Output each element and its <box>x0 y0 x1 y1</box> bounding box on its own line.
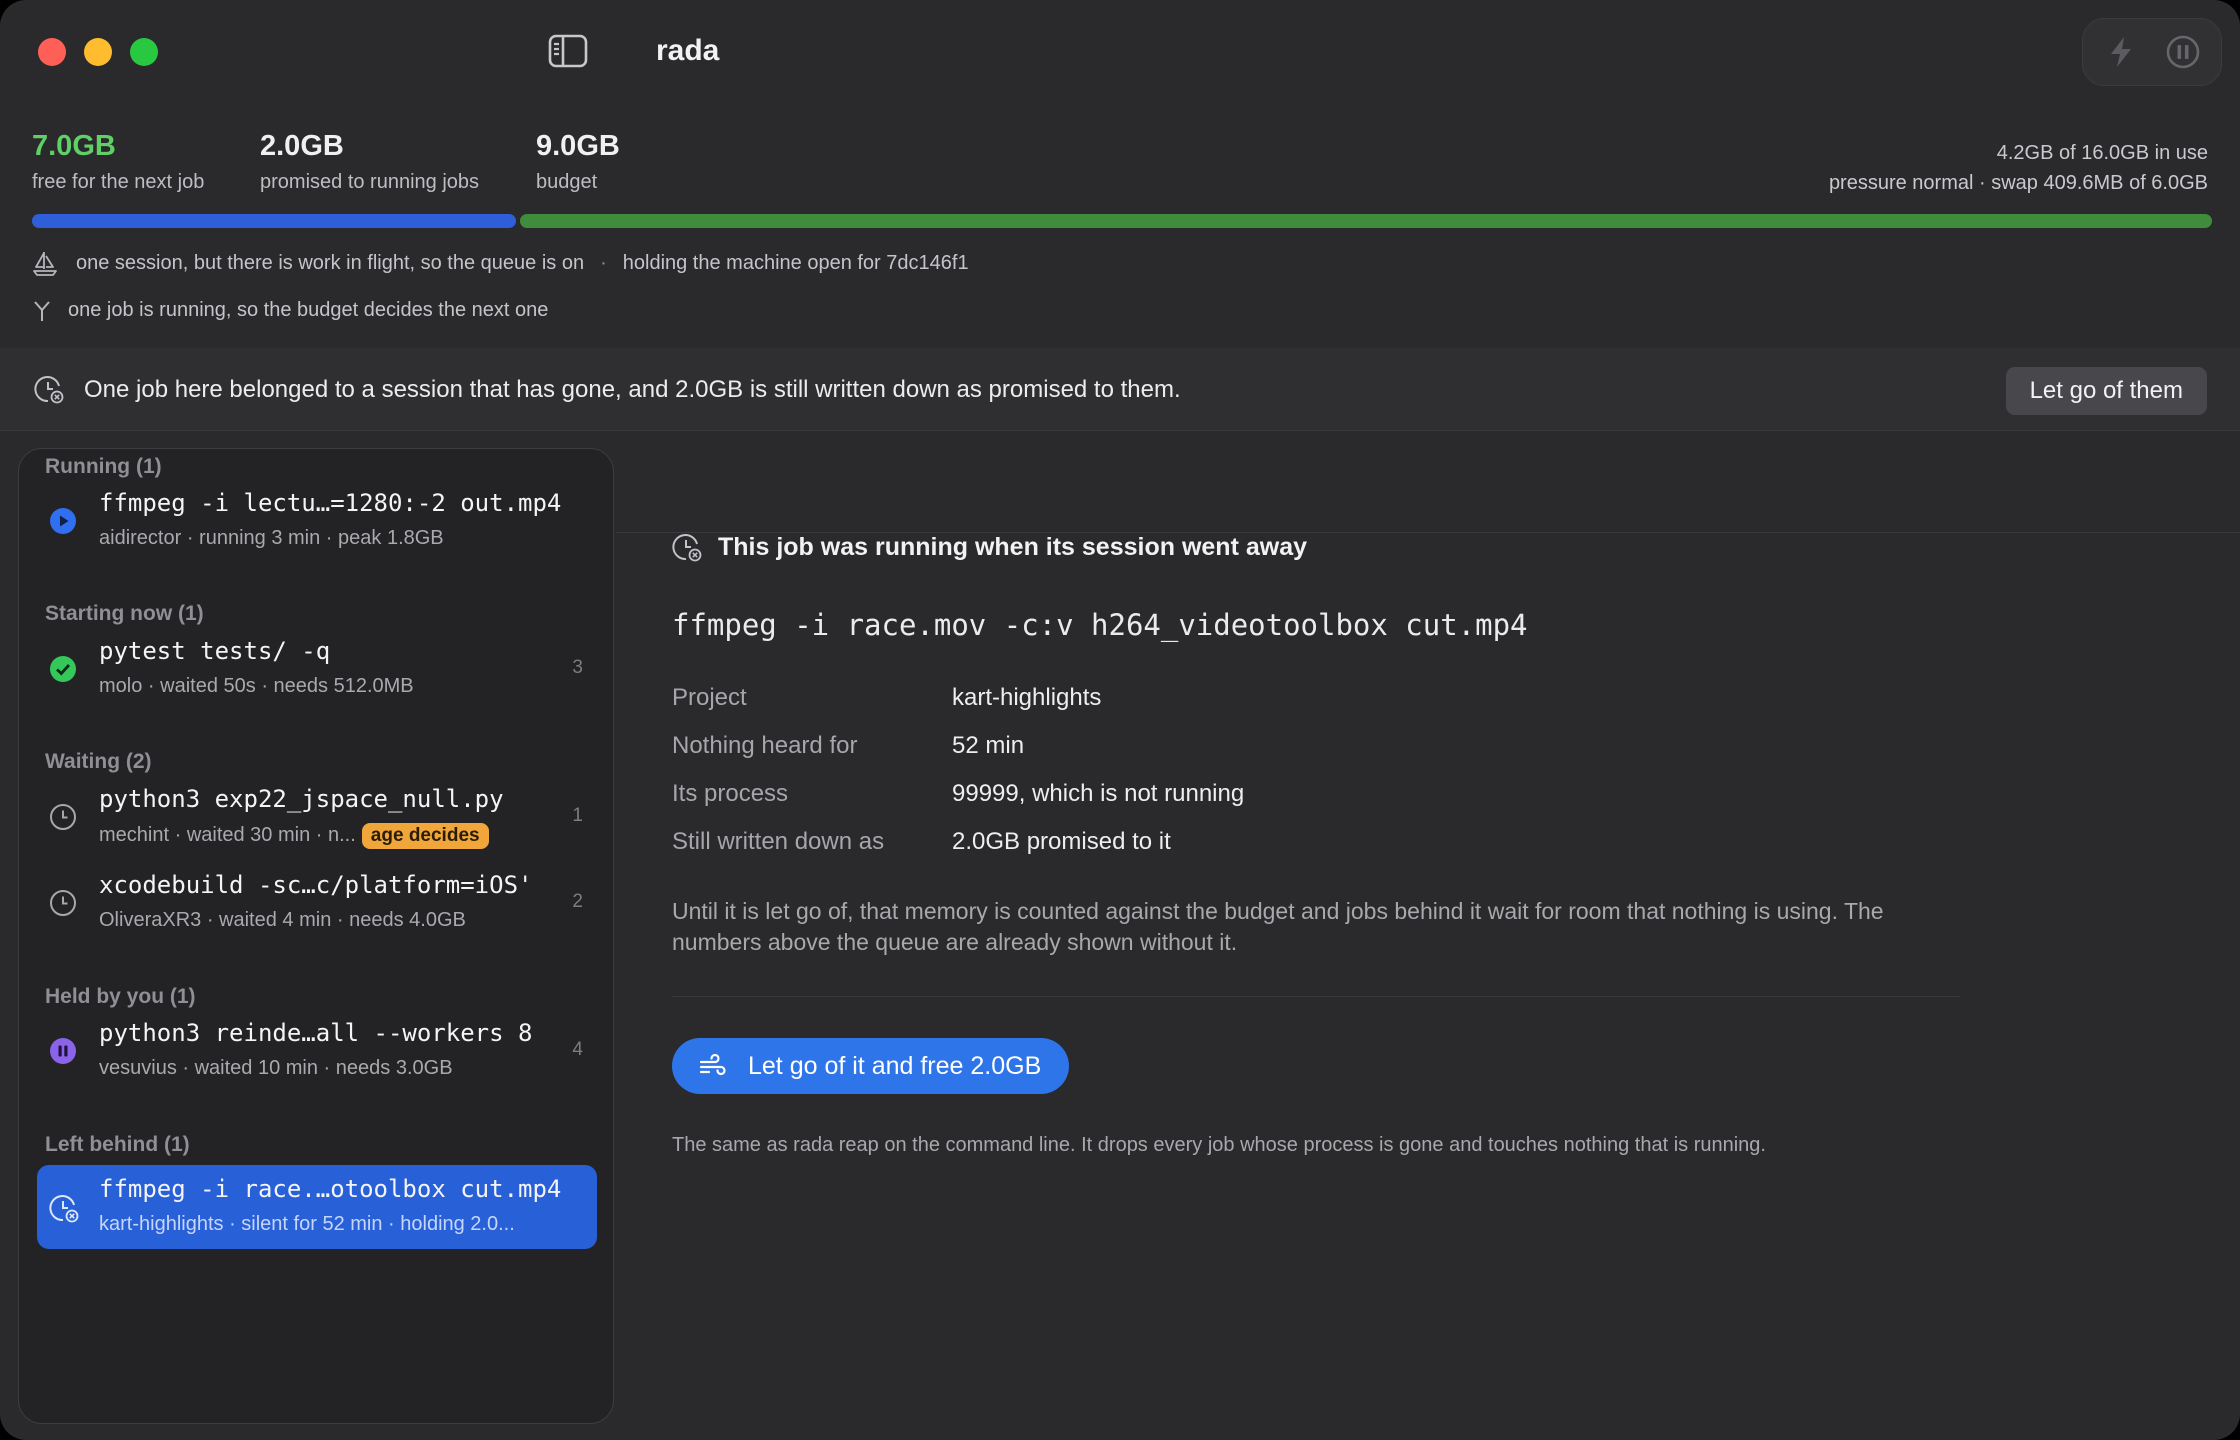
job-command: python3 exp22_jspace_null.py <box>99 785 504 813</box>
pause-icon <box>49 1037 77 1065</box>
group-header-waiting: Waiting (2) <box>45 750 152 773</box>
job-item-held[interactable]: python3 reinde…all --workers 8 vesuvius … <box>37 1009 597 1093</box>
detail-explanation: Until it is let go of, that memory is co… <box>672 898 1884 955</box>
sidebar-toggle-icon[interactable] <box>548 34 588 68</box>
zoom-window-button[interactable] <box>130 38 158 66</box>
check-icon <box>49 655 77 683</box>
job-item-waiting-2[interactable]: xcodebuild -sc…c/platform=iOS' OliveraXR… <box>37 861 597 945</box>
wind-icon <box>698 1051 728 1081</box>
job-meta: OliveraXR3 · waited 4 min · needs 4.0GB <box>99 909 466 931</box>
memory-pressure: pressure normal · swap 409.6MB of 6.0GB <box>1828 172 2208 194</box>
session-status-text: one session, but there is work in flight… <box>76 251 585 274</box>
job-meta: kart-highlights · silent for 52 min · ho… <box>99 1213 515 1235</box>
job-meta: molo · waited 50s · needs 512.0MB <box>99 675 414 697</box>
budget-bar <box>32 214 2212 228</box>
job-position: 3 <box>572 657 583 678</box>
job-queue-sidebar: Running (1) ffmpeg -i lectu…=1280:-2 out… <box>18 448 614 1424</box>
play-icon <box>49 507 77 535</box>
let-go-all-button[interactable]: Let go of them <box>2005 367 2207 415</box>
job-position: 1 <box>572 805 583 826</box>
job-command: python3 reinde…all --workers 8 <box>99 1019 533 1047</box>
close-window-button[interactable] <box>38 38 66 66</box>
let-go-job-button[interactable]: Let go of it and free 2.0GB <box>672 1038 1070 1094</box>
budget-status-text: one job is running, so the budget decide… <box>68 299 549 321</box>
detail-command: ffmpeg -i race.mov -c:v h264_videotoolbo… <box>672 608 1528 642</box>
budget-bar-free <box>520 214 2212 228</box>
clock-icon <box>49 803 77 831</box>
age-decides-badge: age decides <box>361 823 489 849</box>
job-item-left-behind[interactable]: ffmpeg -i race.…otoolbox cut.mp4 kart-hi… <box>37 1165 597 1249</box>
let-go-job-label: Let go of it and free 2.0GB <box>748 1051 1042 1080</box>
job-command: pytest tests/ -q <box>99 637 331 665</box>
stat-budget-label: budget <box>536 171 598 193</box>
orphan-clock-icon <box>49 1193 79 1223</box>
job-position: 2 <box>572 891 583 912</box>
group-header-left-behind: Left behind (1) <box>45 1133 190 1156</box>
job-meta: mechint · waited 30 min · n... age decide… <box>99 823 489 849</box>
clock-icon <box>49 889 77 917</box>
job-meta: vesuvius · waited 10 min · needs 3.0GB <box>99 1057 453 1079</box>
job-item-running[interactable]: ffmpeg -i lectu…=1280:-2 out.mp4 aidirec… <box>37 479 597 563</box>
minimize-window-button[interactable] <box>84 38 112 66</box>
orphan-clock-icon <box>672 532 702 562</box>
stat-free-value: 7.0GB <box>32 130 116 162</box>
app-window: rada 7.0GB free for the next job 2.0GB p… <box>0 0 2240 1440</box>
job-command: xcodebuild -sc…c/platform=iOS' <box>99 871 533 899</box>
fork-icon <box>32 300 52 322</box>
stat-budget: 9.0GB budget <box>536 130 620 194</box>
group-header-starting: Starting now (1) <box>45 602 204 625</box>
job-meta: aidirector · running 3 min · peak 1.8GB <box>99 527 444 549</box>
budget-status: one job is running, so the budget decide… <box>32 299 548 322</box>
stat-free-label: free for the next job <box>32 171 205 193</box>
job-item-starting[interactable]: pytest tests/ -q molo · waited 50s · nee… <box>37 627 597 711</box>
group-header-held: Held by you (1) <box>45 985 196 1008</box>
stat-promised-value: 2.0GB <box>260 130 344 162</box>
toolbar-controls <box>2082 18 2222 86</box>
sailboat-icon <box>32 250 58 276</box>
memory-in-use: 4.2GB of 16.0GB in use <box>1996 142 2208 164</box>
stat-promised: 2.0GB promised to running jobs <box>260 130 479 194</box>
app-title: rada <box>656 34 720 67</box>
pause-all-icon[interactable] <box>2165 34 2201 70</box>
orphan-banner-text: One job here belonged to a session that … <box>84 376 1181 403</box>
stat-promised-label: promised to running jobs <box>260 171 480 193</box>
stat-budget-value: 9.0GB <box>536 130 620 162</box>
hold-status-text: holding the machine open for 7dc146f1 <box>622 251 969 274</box>
session-status: one session, but there is work in flight… <box>32 250 969 276</box>
budget-bar-promised <box>32 214 516 228</box>
detail-footnote: The same as rada reap on the command lin… <box>672 1134 1766 1156</box>
detail-heading-text: This job was running when its session we… <box>718 532 1308 561</box>
job-position: 4 <box>572 1039 583 1060</box>
group-header-running: Running (1) <box>45 455 162 478</box>
bolt-icon[interactable] <box>2103 34 2139 70</box>
memory-summary: 4.2GB of 16.0GB in use pressure normal ·… <box>1829 138 2208 198</box>
job-item-waiting-1[interactable]: python3 exp22_jspace_null.py mechint · w… <box>37 775 597 859</box>
job-command: ffmpeg -i race.…otoolbox cut.mp4 <box>99 1175 562 1203</box>
job-command: ffmpeg -i lectu…=1280:-2 out.mp4 <box>99 489 562 517</box>
stat-free: 7.0GB free for the next job <box>32 130 204 194</box>
detail-heading: This job was running when its session we… <box>672 532 1307 562</box>
orphan-clock-icon <box>34 374 64 404</box>
orphan-banner: One job here belonged to a session that … <box>0 348 2240 430</box>
